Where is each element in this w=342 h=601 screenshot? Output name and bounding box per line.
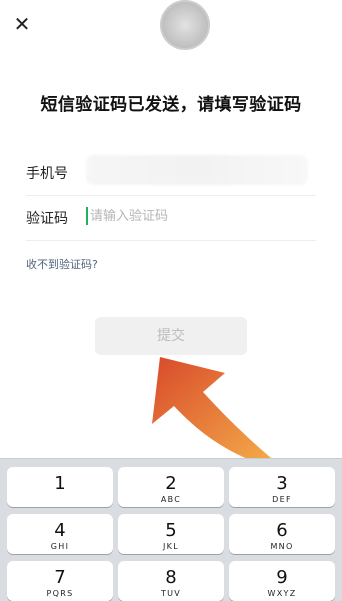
verification-code-field <box>86 202 306 230</box>
phone-row: 手机号 <box>26 147 316 196</box>
curved-arrow-icon <box>152 357 282 469</box>
phone-number-value <box>86 155 308 185</box>
avatar <box>160 0 210 50</box>
key-5[interactable]: 5 JKL <box>118 514 224 554</box>
key-letters: MNO <box>270 542 294 551</box>
key-digit: 5 <box>165 520 177 541</box>
not-received-code-link[interactable]: 收不到验证码? <box>26 256 98 272</box>
numeric-keypad: 1 2 ABC 3 DEF 4 GHI 5 JKL 6 MNO 7 PQRS 8… <box>0 458 342 601</box>
page-title: 短信验证码已发送，请填写验证码 <box>40 95 302 115</box>
verification-code-input[interactable] <box>90 202 300 230</box>
key-letters: TUV <box>160 589 182 598</box>
key-letters: DEF <box>272 495 292 504</box>
verification-code-row: 验证码 <box>26 192 316 241</box>
key-6[interactable]: 6 MNO <box>229 514 335 554</box>
key-digit: 8 <box>165 567 177 588</box>
key-2[interactable]: 2 ABC <box>118 467 224 507</box>
key-7[interactable]: 7 PQRS <box>7 561 113 601</box>
key-digit: 1 <box>54 473 66 494</box>
key-9[interactable]: 9 WXYZ <box>229 561 335 601</box>
text-cursor <box>86 207 88 225</box>
key-4[interactable]: 4 GHI <box>7 514 113 554</box>
key-digit: 4 <box>54 520 66 541</box>
close-button[interactable]: ✕ <box>10 12 34 36</box>
key-letters: PQRS <box>46 589 74 598</box>
key-letters: JKL <box>163 542 179 551</box>
key-8[interactable]: 8 TUV <box>118 561 224 601</box>
key-digit: 9 <box>276 567 288 588</box>
key-digit: 7 <box>54 567 66 588</box>
phone-label: 手机号 <box>26 166 68 182</box>
key-3[interactable]: 3 DEF <box>229 467 335 507</box>
key-digit: 3 <box>276 473 288 494</box>
close-icon: ✕ <box>13 12 31 36</box>
key-1[interactable]: 1 <box>7 467 113 507</box>
key-digit: 6 <box>276 520 288 541</box>
key-letters: ABC <box>160 495 182 504</box>
key-digit: 2 <box>165 473 177 494</box>
key-letters: WXYZ <box>267 589 297 598</box>
verification-code-label: 验证码 <box>26 211 68 227</box>
key-letters: GHI <box>50 542 70 551</box>
